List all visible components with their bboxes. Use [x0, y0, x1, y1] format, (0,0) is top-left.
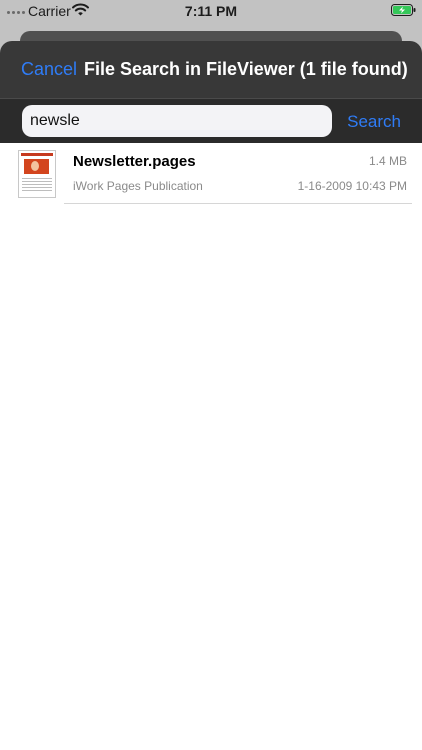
row-divider [64, 203, 412, 204]
file-row[interactable]: Newsletter.pages 1.4 MB iWork Pages Publ… [0, 142, 422, 204]
search-bar: Search [0, 98, 422, 143]
search-input[interactable] [22, 105, 332, 137]
file-type: iWork Pages Publication [73, 179, 203, 193]
file-size: 1.4 MB [368, 154, 407, 168]
pages-document-thumbnail [18, 150, 56, 198]
sheet-title: File Search in FileViewer (1 file found) [84, 59, 408, 79]
battery-charging-icon [391, 4, 416, 16]
search-button[interactable]: Search [347, 112, 401, 132]
file-date: 1-16-2009 10:43 PM [297, 179, 407, 193]
cancel-button[interactable]: Cancel [21, 59, 77, 80]
sheet-header: Cancel File Search in FileViewer (1 file… [0, 41, 422, 98]
status-time: 7:11 PM [184, 3, 238, 19]
status-bar: Carrier 7:11 PM [0, 0, 422, 22]
file-name: Newsletter.pages [73, 153, 196, 170]
results-list: Newsletter.pages 1.4 MB iWork Pages Publ… [0, 142, 422, 204]
